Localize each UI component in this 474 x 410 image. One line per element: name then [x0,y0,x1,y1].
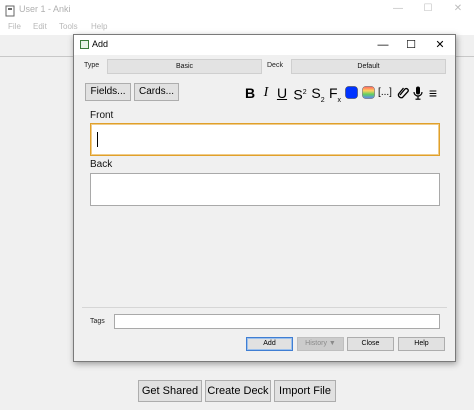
deck-selector[interactable]: Default [291,59,446,74]
help-button[interactable]: Help [398,337,445,351]
import-file-button[interactable]: Import File [274,380,336,402]
add-dialog: Add — ☐ ✕ Type Basic Deck Default Fields… [73,34,456,362]
dialog-minimize-icon[interactable]: — [369,38,397,52]
change-color-icon[interactable] [361,85,375,101]
front-field-label: Front [90,110,114,121]
menu-help[interactable]: Help [91,22,107,31]
main-titlebar: User 1 - Anki — ☐ ✕ [0,0,474,20]
main-menubar: File Edit Tools Help [0,20,474,35]
history-button[interactable]: History ▼ [297,337,344,351]
back-field-editor[interactable] [90,173,440,206]
underline-icon[interactable]: U [276,85,288,101]
main-window-title: User 1 - Anki [19,4,71,14]
fields-button[interactable]: Fields... [85,83,131,101]
minimize-icon[interactable]: — [383,2,413,16]
italic-icon[interactable]: I [261,85,271,101]
maximize-icon[interactable]: ☐ [413,2,443,16]
text-color-icon[interactable] [344,85,358,101]
add-dialog-titlebar: Add — ☐ ✕ [74,35,455,55]
menu-file[interactable]: File [8,22,21,31]
dialog-close-icon[interactable]: ✕ [426,38,454,52]
menu-edit[interactable]: Edit [33,22,47,31]
front-field-editor[interactable] [90,123,440,156]
tags-input[interactable] [114,314,440,329]
get-shared-button[interactable]: Get Shared [138,380,202,402]
bold-icon[interactable]: B [244,85,256,101]
tags-label: Tags [90,318,105,325]
add-dialog-title: Add [92,39,109,49]
back-field-label: Back [90,159,113,170]
add-button[interactable]: Add [246,337,293,351]
close-button[interactable]: Close [347,337,394,351]
deck-label: Deck [267,62,283,69]
close-icon[interactable]: ✕ [443,2,473,16]
superscript-icon[interactable]: S2 [292,85,308,103]
anki-app-icon [5,4,15,17]
text-caret [97,132,98,147]
note-type-selector[interactable]: Basic [107,59,262,74]
dialog-divider [82,307,447,308]
more-menu-icon[interactable]: ≡ [426,85,440,101]
menu-tools[interactable]: Tools [59,22,78,31]
type-label: Type [84,62,100,69]
add-dialog-icon [80,40,89,49]
subscript-icon[interactable]: S2 [310,85,326,104]
cards-button[interactable]: Cards... [134,83,179,101]
paperclip-icon[interactable] [396,85,410,101]
clear-formatting-icon[interactable]: Fx [327,85,343,104]
cloze-icon[interactable]: [...] [376,85,394,101]
microphone-icon[interactable] [412,85,424,101]
dialog-maximize-icon[interactable]: ☐ [397,38,425,52]
create-deck-button[interactable]: Create Deck [205,380,271,402]
